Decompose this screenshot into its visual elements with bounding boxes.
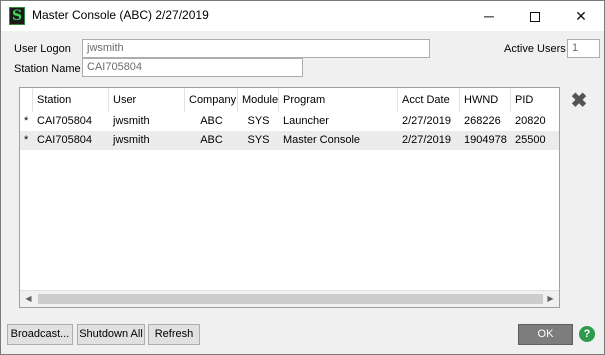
user-logon-label: User Logon bbox=[14, 43, 71, 55]
shutdown-all-button[interactable]: Shutdown All bbox=[77, 324, 145, 345]
cell-program: Launcher bbox=[283, 115, 329, 127]
cell-hwnd: 1904978 bbox=[464, 134, 507, 146]
cell-user: jwsmith bbox=[113, 134, 150, 146]
refresh-button[interactable]: Refresh bbox=[148, 324, 200, 345]
column-header-pid[interactable]: PID bbox=[511, 88, 559, 112]
cell-acct-date: 2/27/2019 bbox=[402, 134, 451, 146]
column-header-hwnd[interactable]: HWND bbox=[460, 88, 511, 112]
cell-station: CAI705804 bbox=[37, 134, 93, 146]
table-header: Station User Company Module Program Acct… bbox=[20, 88, 559, 112]
cell-company: ABC bbox=[200, 134, 223, 146]
cell-pid: 25500 bbox=[515, 134, 546, 146]
scroll-left-icon[interactable]: ◀ bbox=[20, 291, 37, 307]
table-row[interactable]: * CAI705804 jwsmith ABC SYS Launcher 2/2… bbox=[20, 112, 559, 131]
master-console-window: S Master Console (ABC) 2/27/2019 ─ ✕ Use… bbox=[0, 0, 605, 355]
cell-module: SYS bbox=[247, 115, 270, 127]
column-header-user[interactable]: User bbox=[109, 88, 185, 112]
minimize-button[interactable]: ─ bbox=[466, 1, 512, 31]
horizontal-scrollbar[interactable]: ◀ ▶ bbox=[20, 290, 559, 307]
column-header-company[interactable]: Company bbox=[185, 88, 238, 112]
column-header-program[interactable]: Program bbox=[279, 88, 398, 112]
table-row[interactable]: * CAI705804 jwsmith ABC SYS Master Conso… bbox=[20, 131, 559, 150]
scrollbar-thumb[interactable] bbox=[38, 294, 543, 304]
cell-acct-date: 2/27/2019 bbox=[402, 115, 451, 127]
maximize-icon bbox=[530, 12, 540, 23]
active-users-field[interactable]: 1 bbox=[567, 39, 600, 58]
scroll-right-icon[interactable]: ▶ bbox=[542, 291, 559, 307]
row-marker: * bbox=[24, 115, 29, 127]
sage-s-icon: S bbox=[9, 7, 25, 25]
row-marker: * bbox=[24, 134, 29, 146]
sessions-table[interactable]: Station User Company Module Program Acct… bbox=[19, 87, 560, 308]
cell-module: SYS bbox=[247, 134, 270, 146]
column-header-acct-date[interactable]: Acct Date bbox=[398, 88, 460, 112]
window-title: Master Console (ABC) 2/27/2019 bbox=[32, 8, 209, 22]
cell-user: jwsmith bbox=[113, 115, 150, 127]
cell-company: ABC bbox=[200, 115, 223, 127]
column-header-module[interactable]: Module bbox=[238, 88, 279, 112]
delete-icon[interactable]: ✖ bbox=[569, 91, 589, 111]
column-header-marker bbox=[20, 88, 33, 112]
help-icon[interactable]: ? bbox=[579, 326, 595, 342]
user-logon-field[interactable]: jwsmith bbox=[82, 39, 430, 58]
cell-hwnd: 268226 bbox=[464, 115, 501, 127]
title-bar: S Master Console (ABC) 2/27/2019 ─ ✕ bbox=[1, 1, 604, 31]
close-button[interactable]: ✕ bbox=[558, 1, 604, 31]
maximize-button[interactable] bbox=[512, 1, 558, 31]
column-header-station[interactable]: Station bbox=[33, 88, 109, 112]
station-name-field[interactable]: CAI705804 bbox=[82, 58, 303, 77]
broadcast-button[interactable]: Broadcast... bbox=[7, 324, 73, 345]
station-name-label: Station Name bbox=[14, 63, 81, 75]
cell-pid: 20820 bbox=[515, 115, 546, 127]
active-users-label: Active Users bbox=[504, 43, 566, 55]
ok-button[interactable]: OK bbox=[518, 324, 573, 345]
cell-station: CAI705804 bbox=[37, 115, 93, 127]
cell-program: Master Console bbox=[283, 134, 361, 146]
